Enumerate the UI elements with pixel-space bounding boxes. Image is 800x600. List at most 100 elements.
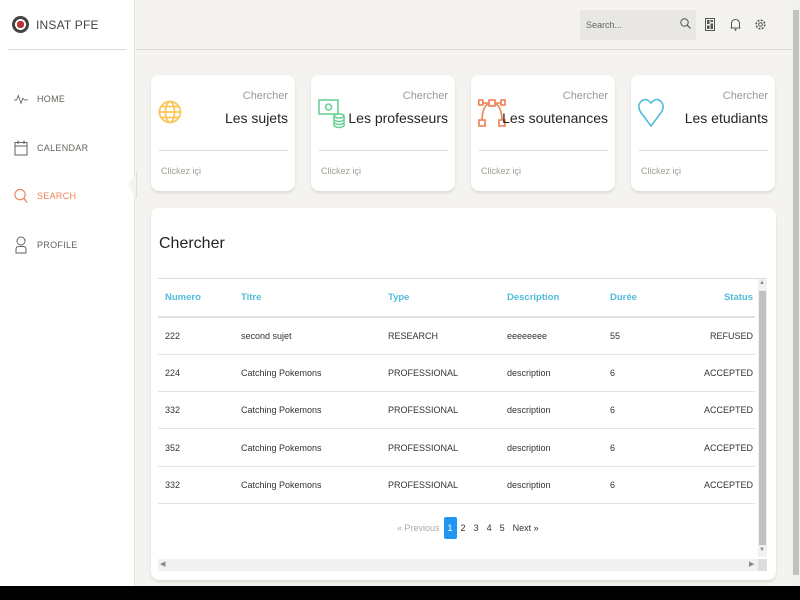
cell-duree: 6	[606, 428, 686, 467]
column-header-status[interactable]: Status	[686, 279, 755, 318]
navbar	[136, 0, 792, 50]
cell-status: ACCEPTED	[686, 354, 755, 393]
pagination-next[interactable]: Next »	[509, 517, 543, 539]
column-header-titre[interactable]: Titre	[236, 279, 383, 318]
card-footer-link[interactable]: Clickez içi	[641, 166, 681, 176]
table-row[interactable]: 224 Catching Pokemons PROFESSIONAL descr…	[158, 354, 755, 393]
scroll-left-arrow-icon[interactable]: ◀	[160, 560, 165, 568]
cell-titre: Catching Pokemons	[236, 354, 383, 393]
sidebar-item-label: PROFILE	[37, 239, 78, 250]
cell-duree: 6	[606, 391, 686, 430]
column-header-type[interactable]: Type	[383, 279, 503, 318]
pagination-page-2[interactable]: 2	[457, 517, 470, 539]
scrollbar-corner	[758, 559, 767, 571]
cell-description: description	[503, 428, 606, 467]
pagination-page-3[interactable]: 3	[470, 517, 483, 539]
table-row[interactable]: 222 second sujet RESEARCH eeeeeeee 55 RE…	[158, 317, 755, 355]
cell-description: description	[503, 391, 606, 430]
globe-icon	[158, 95, 188, 129]
active-indicator	[128, 171, 137, 199]
sidebar-item-profile[interactable]: PROFILE	[0, 221, 134, 270]
card-divider	[159, 150, 288, 151]
scroll-down-arrow-icon[interactable]: ▼	[759, 547, 765, 553]
gear-icon[interactable]	[753, 17, 767, 31]
sidebar-item-label: SEARCH	[37, 191, 77, 202]
sidebar-item-home[interactable]: HOME	[0, 75, 134, 124]
card-soutenances[interactable]: Chercher Les soutenances Clickez içi	[471, 75, 615, 191]
window-scrollbar-thumb[interactable]	[793, 10, 799, 575]
cell-duree: 6	[606, 466, 686, 504]
card-divider	[639, 150, 768, 151]
column-header-numero[interactable]: Numero	[158, 279, 236, 318]
table-row[interactable]: 332 Catching Pokemons PROFESSIONAL descr…	[158, 466, 755, 504]
scrollbar-thumb[interactable]	[759, 291, 766, 545]
column-header-duree[interactable]: Durée	[606, 279, 686, 318]
money-icon	[318, 95, 348, 129]
card-title: Les professeurs	[348, 110, 448, 126]
brand-name: INSAT PFE	[36, 17, 99, 32]
search-box	[580, 10, 696, 40]
pagination-page-4[interactable]: 4	[483, 517, 496, 539]
cell-type: PROFESSIONAL	[383, 391, 503, 430]
card-divider	[479, 150, 608, 151]
panel-title: Chercher	[159, 235, 225, 252]
search-input[interactable]	[586, 20, 678, 30]
dashboard-icon[interactable]	[703, 17, 717, 31]
user-icon	[14, 236, 28, 254]
cell-numero: 224	[158, 354, 236, 393]
cell-status: ACCEPTED	[686, 391, 755, 430]
pagination-page-1[interactable]: 1	[443, 517, 457, 539]
card-footer-link[interactable]: Clickez içi	[161, 166, 201, 176]
card-footer-link[interactable]: Clickez içi	[481, 166, 521, 176]
search-icon[interactable]	[680, 16, 691, 34]
calendar-icon	[14, 139, 28, 157]
table-header-row: Numero Titre Type Description Durée Stat…	[158, 279, 755, 318]
sidebar-item-label: HOME	[37, 94, 66, 105]
search-icon	[14, 187, 28, 205]
cell-numero: 352	[158, 428, 236, 467]
cell-type: PROFESSIONAL	[383, 428, 503, 467]
cell-numero: 332	[158, 466, 236, 504]
table-row[interactable]: 332 Catching Pokemons PROFESSIONAL descr…	[158, 391, 755, 430]
card-title: Les etudiants	[684, 110, 768, 126]
cell-titre: Catching Pokemons	[236, 428, 383, 467]
pulse-icon	[14, 90, 28, 108]
card-professeurs[interactable]: Chercher Les professeurs Clickez içi	[311, 75, 455, 191]
card-label: Chercher	[242, 90, 288, 102]
card-etudiants[interactable]: Chercher Les etudiants Clickez içi	[631, 75, 775, 191]
horizontal-scrollbar[interactable]: ◀ ▶	[158, 559, 758, 571]
cell-status: ACCEPTED	[686, 428, 755, 467]
taskbar	[0, 586, 800, 600]
cell-numero: 332	[158, 391, 236, 430]
cell-status: REFUSED	[686, 317, 755, 355]
scroll-up-arrow-icon[interactable]: ▲	[759, 280, 765, 286]
heart-icon	[638, 95, 668, 129]
sidebar-item-calendar[interactable]: CALENDAR	[0, 124, 134, 173]
cell-titre: second sujet	[236, 317, 383, 355]
card-label: Chercher	[562, 90, 608, 102]
scroll-right-arrow-icon[interactable]: ▶	[749, 560, 754, 568]
cell-description: description	[503, 466, 606, 504]
column-header-description[interactable]: Description	[503, 279, 606, 318]
vertical-scrollbar[interactable]: ▲ ▼	[758, 279, 767, 557]
brand[interactable]: INSAT PFE	[8, 0, 126, 50]
window-scrollbar[interactable]	[792, 0, 800, 586]
cell-duree: 6	[606, 354, 686, 393]
brand-logo	[12, 16, 29, 33]
card-label: Chercher	[402, 90, 448, 102]
cell-titre: Catching Pokemons	[236, 466, 383, 504]
cell-description: eeeeeeee	[503, 317, 606, 355]
table-row[interactable]: 352 Catching Pokemons PROFESSIONAL descr…	[158, 428, 755, 467]
sidebar-nav: HOME CALENDAR SEARCH PROFILE	[0, 75, 134, 269]
sidebar-item-search[interactable]: SEARCH	[0, 172, 134, 221]
bell-icon[interactable]	[728, 17, 742, 31]
card-label: Chercher	[722, 90, 768, 102]
card-divider	[319, 150, 448, 151]
pagination-page-5[interactable]: 5	[496, 517, 509, 539]
card-footer-link[interactable]: Clickez içi	[321, 166, 361, 176]
card-sujets[interactable]: Chercher Les sujets Clickez içi	[151, 75, 295, 191]
cell-type: PROFESSIONAL	[383, 354, 503, 393]
sidebar-item-label: CALENDAR	[37, 142, 89, 153]
pagination-previous[interactable]: « Previous	[393, 517, 444, 539]
results-table: Numero Titre Type Description Durée Stat…	[158, 279, 755, 504]
